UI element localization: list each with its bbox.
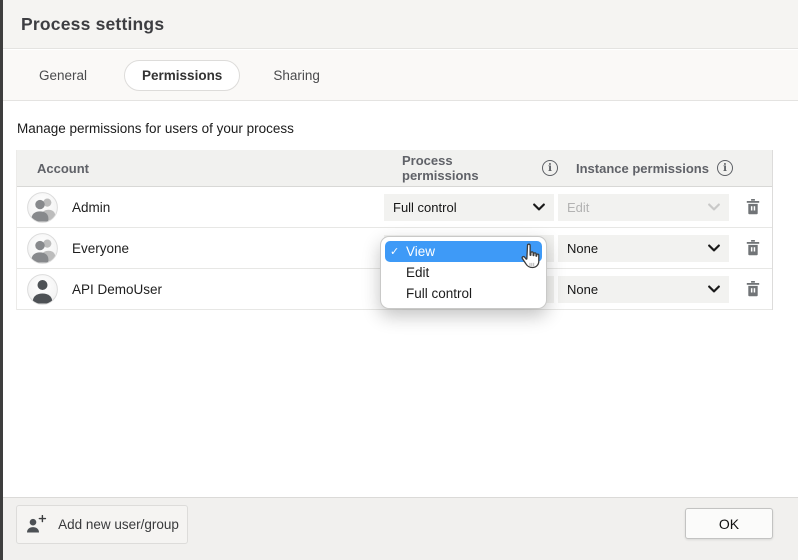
add-user-group-label: Add new user/group — [58, 517, 179, 532]
add-user-group-button[interactable]: Add new user/group — [16, 505, 188, 544]
tab-bar: General Permissions Sharing — [3, 50, 798, 101]
account-name: Everyone — [72, 241, 129, 256]
group-avatar-icon — [27, 192, 58, 223]
account-cell: API DemoUser — [17, 274, 384, 305]
dialog-titlebar: Process settings — [3, 0, 798, 49]
trash-icon — [746, 281, 760, 297]
check-icon: ✓ — [390, 266, 406, 279]
account-name: Admin — [72, 200, 110, 215]
dropdown-option-label: Edit — [406, 265, 429, 280]
account-name: API DemoUser — [72, 282, 162, 297]
permission-dropdown-menu: ✓ View ✓ Edit ✓ Full control — [380, 236, 547, 309]
chevron-down-icon — [708, 203, 720, 211]
instance-permission-cell: None — [558, 235, 733, 262]
dropdown-option-full-control[interactable]: ✓ Full control — [385, 283, 542, 304]
chevron-down-icon — [708, 244, 720, 252]
info-icon[interactable]: i — [717, 160, 733, 176]
delete-user-button[interactable] — [743, 196, 763, 218]
account-cell: Admin — [17, 192, 384, 223]
intro-text: Manage permissions for users of your pro… — [17, 121, 294, 136]
chevron-down-icon — [533, 203, 545, 211]
tab-permissions[interactable]: Permissions — [124, 60, 240, 91]
instance-permission-select: Edit — [558, 194, 729, 221]
dropdown-option-view[interactable]: ✓ View — [385, 241, 542, 262]
column-header-process: Process permissions i — [384, 153, 558, 183]
group-avatar-icon — [27, 233, 58, 264]
select-value: Full control — [393, 200, 533, 215]
column-header-process-label: Process permissions — [402, 153, 528, 183]
dialog-footer: Add new user/group OK — [3, 497, 798, 560]
chevron-down-icon — [708, 285, 720, 293]
table-row: Admin Full control Edit — [17, 187, 772, 228]
process-permission-cell: Full control — [384, 194, 558, 221]
actions-cell — [733, 196, 772, 218]
instance-permission-cell: Edit — [558, 194, 733, 221]
tab-sharing[interactable]: Sharing — [273, 60, 320, 91]
trash-icon — [746, 240, 760, 256]
delete-user-button[interactable] — [743, 278, 763, 300]
dialog-title: Process settings — [21, 14, 164, 35]
ok-button[interactable]: OK — [685, 508, 773, 539]
check-icon: ✓ — [390, 287, 406, 300]
column-header-instance-label: Instance permissions — [576, 161, 709, 176]
instance-permission-cell: None — [558, 276, 733, 303]
info-icon[interactable]: i — [542, 160, 558, 176]
user-avatar-icon — [27, 274, 58, 305]
dropdown-option-label: View — [406, 244, 435, 259]
delete-user-button[interactable] — [743, 237, 763, 259]
trash-icon — [746, 199, 760, 215]
table-header-row: Account Process permissions i Instance p… — [17, 150, 772, 187]
select-value: Edit — [567, 200, 708, 215]
process-permission-select[interactable]: Full control — [384, 194, 554, 221]
select-value: None — [567, 282, 708, 297]
process-settings-dialog: Process settings General Permissions Sha… — [0, 0, 798, 560]
account-cell: Everyone — [17, 233, 384, 264]
tab-general[interactable]: General — [39, 60, 87, 91]
add-person-icon — [25, 515, 47, 534]
instance-permission-select[interactable]: None — [558, 276, 729, 303]
dropdown-option-edit[interactable]: ✓ Edit — [385, 262, 542, 283]
actions-cell — [733, 278, 772, 300]
column-header-account: Account — [17, 161, 384, 176]
check-icon: ✓ — [390, 245, 406, 258]
actions-cell — [733, 237, 772, 259]
column-header-instance: Instance permissions i — [558, 160, 733, 176]
dropdown-option-label: Full control — [406, 286, 472, 301]
instance-permission-select[interactable]: None — [558, 235, 729, 262]
select-value: None — [567, 241, 708, 256]
